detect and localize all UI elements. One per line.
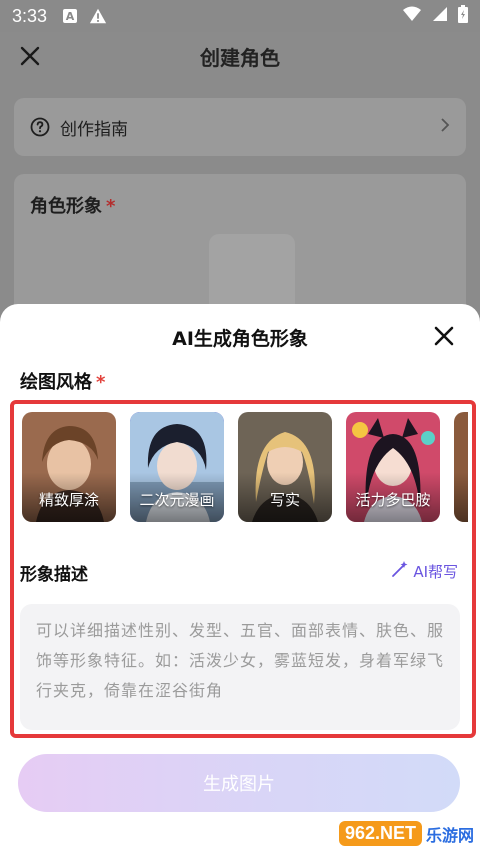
style-card-partial[interactable]: 纟: [454, 412, 468, 522]
guide-row[interactable]: 创作指南: [14, 98, 466, 156]
a-box-icon: A: [61, 7, 79, 25]
question-icon: [30, 117, 50, 137]
style-card-dopamine[interactable]: 活力多巴胺: [346, 412, 440, 522]
status-time: 3:33: [12, 5, 48, 26]
description-label: 形象描述: [20, 565, 88, 585]
page-title: 创建角色: [200, 45, 280, 70]
style-card-realistic[interactable]: 写实: [238, 412, 332, 522]
style-label-text: 纟: [454, 489, 468, 510]
style-label-text: 活力多巴胺: [355, 491, 431, 509]
guide-label: 创作指南: [60, 119, 128, 140]
watermark: 962.NET 乐游网: [338, 821, 474, 846]
status-bar: 3:33 A: [0, 0, 480, 32]
generate-label: 生成图片: [203, 774, 275, 795]
sheet-title: AI生成角色形象: [172, 328, 308, 350]
style-card-thick-paint[interactable]: 精致厚涂: [22, 412, 116, 522]
description-input[interactable]: 可以详细描述性别、发型、五官、面部表情、肤色、服饰等形象特征。如：活泼少女，雾蓝…: [20, 604, 460, 730]
watermark-sub: 乐游网: [425, 827, 474, 845]
signal-icon: [432, 6, 448, 27]
style-list: 精致厚涂 二次元漫画 写实 活力多巴胺: [22, 412, 468, 522]
svg-text:A: A: [66, 10, 75, 23]
required-mark: *: [96, 372, 106, 393]
style-label: 绘图风格 *: [20, 372, 106, 393]
ai-write-label: AI帮写: [413, 562, 458, 581]
close-icon[interactable]: [432, 324, 456, 348]
close-icon[interactable]: [16, 42, 44, 70]
ai-write-button[interactable]: AI帮写: [391, 560, 458, 582]
chevron-right-icon: [440, 117, 450, 138]
watermark-brand: 962.NET: [338, 821, 422, 846]
magic-wand-icon: [391, 560, 409, 582]
required-mark: *: [106, 196, 116, 217]
wifi-icon: [402, 6, 422, 27]
ai-generate-sheet: AI生成角色形象 绘图风格 * 精致厚涂 二次元漫画 写实 活力多巴胺 形象描述…: [0, 304, 480, 852]
style-card-anime[interactable]: 二次元漫画: [130, 412, 224, 522]
style-label-text: 二次元漫画: [139, 491, 215, 509]
battery-icon: [458, 4, 468, 28]
generate-image-button[interactable]: 生成图片: [18, 754, 460, 812]
style-label-text: 精致厚涂: [38, 491, 99, 509]
warning-icon: [89, 7, 107, 25]
role-image-label: 角色形象 *: [30, 196, 116, 217]
style-label-text: 写实: [269, 491, 300, 509]
top-bar: 创建角色: [0, 32, 480, 80]
description-placeholder: 可以详细描述性别、发型、五官、面部表情、肤色、服饰等形象特征。如：活泼少女，雾蓝…: [36, 621, 445, 700]
